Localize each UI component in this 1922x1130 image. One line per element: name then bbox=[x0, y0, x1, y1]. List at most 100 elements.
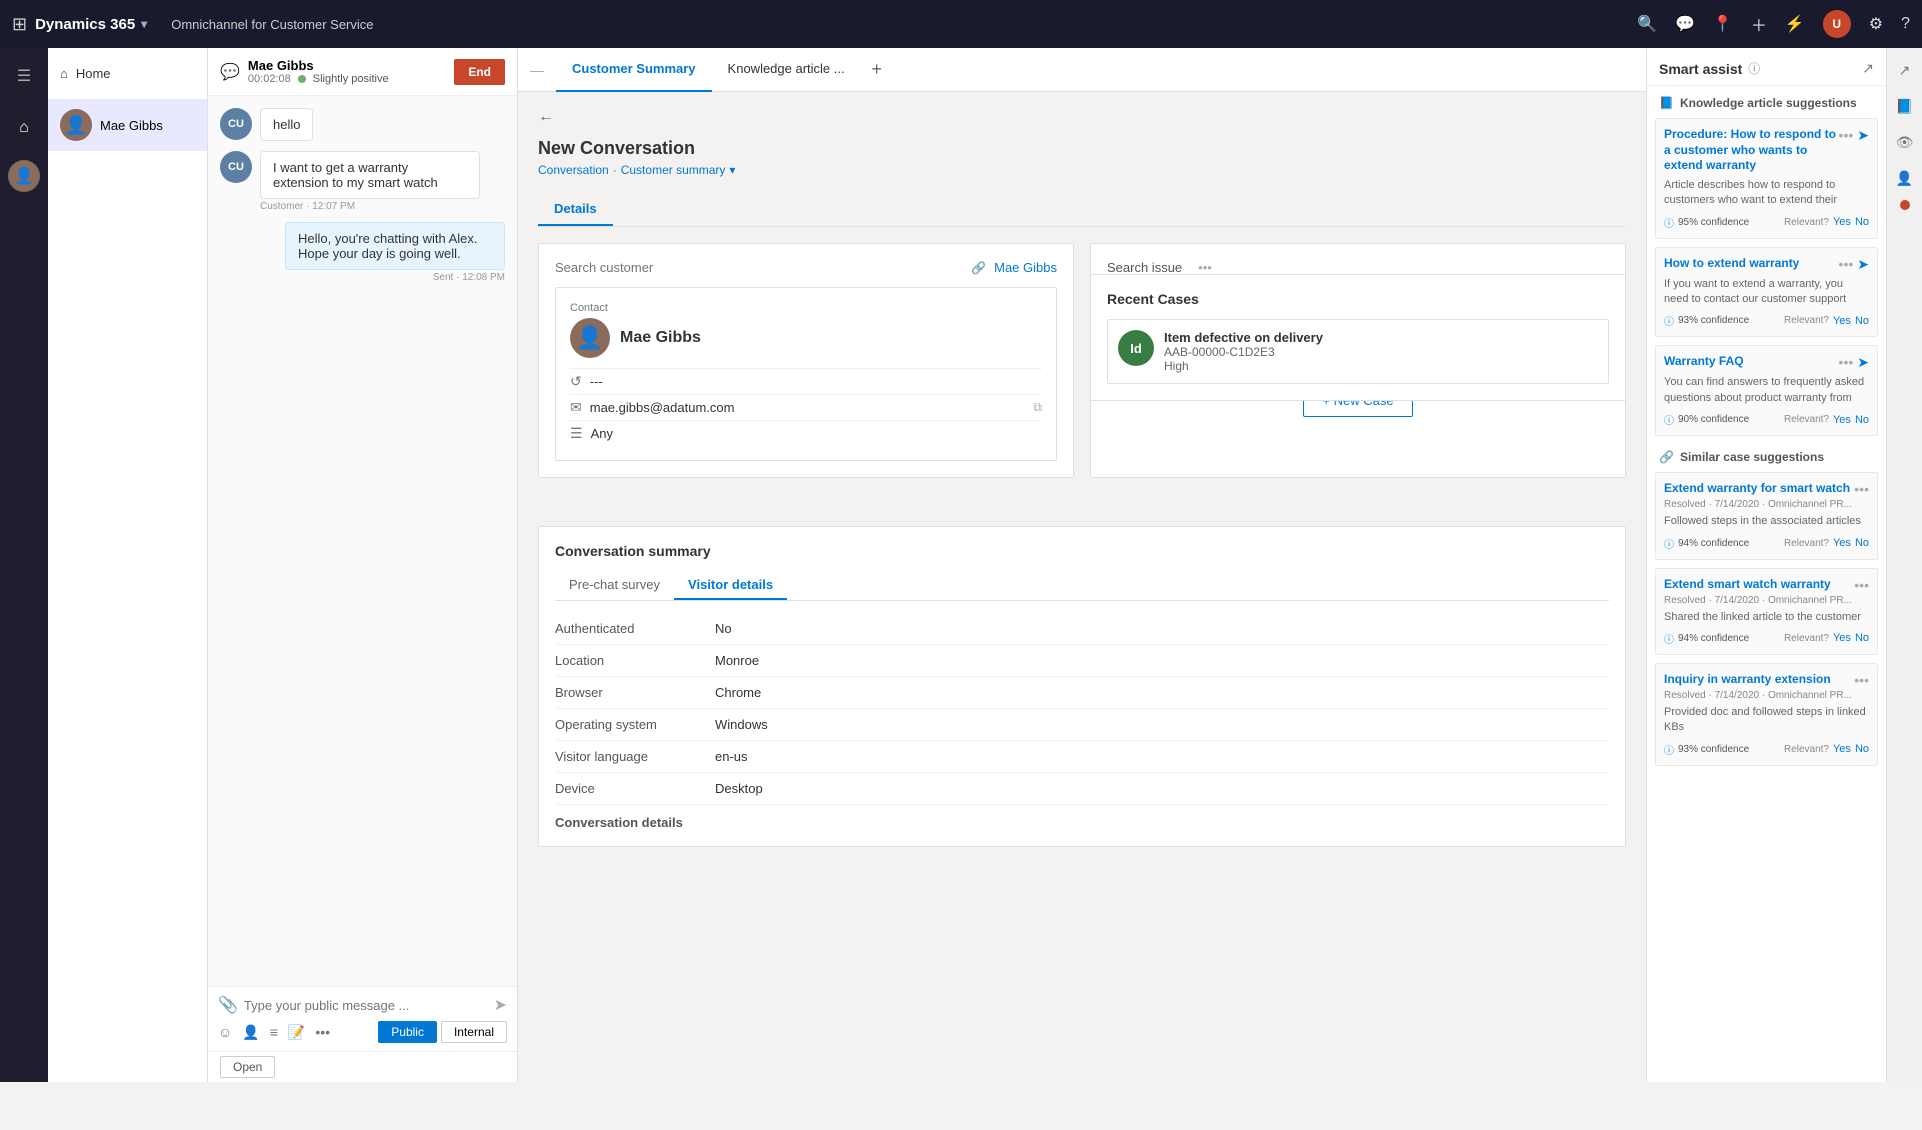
search-customer-input[interactable] bbox=[555, 260, 963, 275]
case-2-no[interactable]: No bbox=[1855, 632, 1869, 644]
article-1-send[interactable]: ➤ bbox=[1857, 127, 1869, 144]
back-button[interactable]: ← bbox=[538, 108, 554, 126]
case-2-title[interactable]: Extend smart watch warranty bbox=[1664, 577, 1854, 593]
hamburger-icon[interactable]: ☰ bbox=[4, 56, 44, 96]
email-icon: ✉ bbox=[570, 399, 582, 416]
main-content: — Customer Summary Knowledge article ...… bbox=[518, 48, 1646, 1082]
icon-rail: ☰ ⌂ 👤 bbox=[0, 48, 48, 1082]
case-3-info-icon: ⓘ bbox=[1664, 742, 1674, 757]
article-3-yes[interactable]: Yes bbox=[1833, 414, 1851, 426]
sa-info-icon[interactable]: ⓘ bbox=[1748, 60, 1760, 77]
apps-icon[interactable]: ⊞ bbox=[12, 14, 27, 35]
article-2-title[interactable]: How to extend warranty bbox=[1664, 256, 1839, 272]
case-1-yes[interactable]: Yes bbox=[1833, 537, 1851, 549]
chat-input[interactable] bbox=[244, 998, 488, 1013]
article-3-title[interactable]: Warranty FAQ bbox=[1664, 354, 1839, 370]
pre-chat-tab[interactable]: Pre-chat survey bbox=[555, 571, 674, 600]
contact-label: Contact bbox=[570, 302, 1042, 314]
tab-customer-summary[interactable]: Customer Summary bbox=[556, 48, 712, 92]
sidebar-item-home[interactable]: ⌂ Home bbox=[48, 56, 207, 91]
case-details: Item defective on delivery AAB-00000-C1D… bbox=[1164, 330, 1323, 373]
case-3-title[interactable]: Inquiry in warranty extension bbox=[1664, 672, 1854, 688]
home-label: Home bbox=[76, 66, 111, 81]
end-button[interactable]: End bbox=[454, 59, 505, 85]
case-1-title[interactable]: Extend warranty for smart watch bbox=[1664, 481, 1854, 497]
public-tab-btn[interactable]: Public bbox=[378, 1021, 437, 1043]
right-rail-expand[interactable]: ↗ bbox=[1891, 56, 1919, 84]
recent-cases-card: Recent Cases Id Item defective on delive… bbox=[1090, 274, 1626, 401]
case-2-more[interactable]: ••• bbox=[1854, 577, 1869, 593]
chat-tab-buttons: Public Internal bbox=[378, 1021, 507, 1043]
visitor-details-tab[interactable]: Visitor details bbox=[674, 571, 787, 600]
brand-chevron[interactable]: ▾ bbox=[141, 17, 147, 31]
location-icon[interactable]: 📍 bbox=[1713, 14, 1733, 34]
article-1-no[interactable]: No bbox=[1855, 216, 1869, 228]
add-tab-button[interactable]: + bbox=[861, 48, 893, 92]
article-2-yes[interactable]: Yes bbox=[1833, 315, 1851, 327]
article-3-send[interactable]: ➤ bbox=[1857, 354, 1869, 371]
email-copy-icon[interactable]: ⧉ bbox=[1033, 400, 1042, 415]
case-id: AAB-00000-C1D2E3 bbox=[1164, 345, 1323, 359]
customer-avatar: CU bbox=[220, 108, 252, 140]
breadcrumb-summary[interactable]: Customer summary bbox=[621, 163, 726, 177]
conversation-summary-title: Conversation summary bbox=[555, 543, 1609, 559]
internal-tab-btn[interactable]: Internal bbox=[441, 1021, 507, 1043]
case-1-no[interactable]: No bbox=[1855, 537, 1869, 549]
chat-icon[interactable]: 💬 bbox=[1675, 14, 1695, 34]
article-1-more[interactable]: ••• bbox=[1839, 127, 1854, 143]
case-2-yes[interactable]: Yes bbox=[1833, 632, 1851, 644]
article-3-footer: ⓘ 90% confidence Relevant? Yes No bbox=[1664, 412, 1869, 427]
user-avatar[interactable]: U bbox=[1823, 10, 1851, 38]
right-rail-book[interactable]: 📘 bbox=[1891, 92, 1919, 120]
chat-toolbar: ☺ 👤 ≡ 📝 ••• Public Internal bbox=[218, 1015, 507, 1043]
contact-email[interactable]: mae.gibbs@adatum.com bbox=[590, 400, 735, 415]
case-2-confidence: 94% confidence bbox=[1678, 633, 1749, 644]
search-icon[interactable]: 🔍 bbox=[1637, 14, 1657, 34]
article-3-more[interactable]: ••• bbox=[1839, 354, 1854, 370]
article-2-send[interactable]: ➤ bbox=[1857, 256, 1869, 273]
article-3-no[interactable]: No bbox=[1855, 414, 1869, 426]
sidebar-user-item[interactable]: 👤 Mae Gibbs bbox=[48, 99, 207, 151]
plus-icon[interactable]: ＋ bbox=[1751, 12, 1767, 36]
article-2-more[interactable]: ••• bbox=[1839, 256, 1854, 272]
filter-icon[interactable]: ⚡ bbox=[1785, 14, 1805, 34]
tab-details[interactable]: Details bbox=[538, 193, 613, 226]
more-icon[interactable]: ••• bbox=[315, 1024, 330, 1040]
help-icon[interactable]: ? bbox=[1901, 15, 1910, 33]
minimize-icon[interactable]: — bbox=[530, 62, 544, 78]
settings-icon[interactable]: ⚙ bbox=[1869, 14, 1883, 34]
contact-name[interactable]: Mae Gibbs bbox=[620, 329, 701, 347]
open-button[interactable]: Open bbox=[220, 1056, 275, 1078]
home-icon[interactable]: ⌂ bbox=[4, 108, 44, 148]
content-grid: 🔗 Mae Gibbs Contact 👤 Mae Gibbs ↺ bbox=[538, 243, 1626, 847]
case-1-relevant-label: Relevant? bbox=[1784, 538, 1829, 549]
user-icon-rail[interactable]: 👤 bbox=[8, 160, 40, 192]
send-icon[interactable]: ➤ bbox=[494, 995, 507, 1015]
recent-case-item[interactable]: Id Item defective on delivery AAB-00000-… bbox=[1107, 319, 1609, 384]
case-3-no[interactable]: No bbox=[1855, 743, 1869, 755]
breadcrumb-conversation[interactable]: Conversation bbox=[538, 163, 609, 177]
emoji-icon[interactable]: ☺ bbox=[218, 1024, 232, 1040]
right-rail-eye[interactable]: 👁 bbox=[1891, 128, 1919, 156]
issue-more-icon[interactable]: ••• bbox=[1198, 260, 1212, 275]
case-3-more[interactable]: ••• bbox=[1854, 672, 1869, 688]
open-bar: Open bbox=[208, 1051, 517, 1082]
customer-name-link[interactable]: Mae Gibbs bbox=[994, 260, 1057, 275]
detail-row-language: Visitor language en-us bbox=[555, 741, 1609, 773]
customer-link[interactable]: 🔗 bbox=[971, 261, 986, 275]
case-1-more[interactable]: ••• bbox=[1854, 481, 1869, 497]
attachment-icon[interactable]: 📎 bbox=[218, 995, 238, 1015]
right-rail-person[interactable]: 👤 bbox=[1891, 164, 1919, 192]
article-1-yes[interactable]: Yes bbox=[1833, 216, 1851, 228]
person-icon[interactable]: 👤 bbox=[242, 1024, 259, 1041]
list-icon[interactable]: ≡ bbox=[270, 1024, 278, 1040]
article-1-title[interactable]: Procedure: How to respond to a customer … bbox=[1664, 127, 1839, 174]
article-2-no[interactable]: No bbox=[1855, 315, 1869, 327]
case-3-yes[interactable]: Yes bbox=[1833, 743, 1851, 755]
breadcrumb-chevron[interactable]: ▾ bbox=[729, 163, 735, 177]
note-icon[interactable]: 📝 bbox=[288, 1024, 305, 1041]
top-nav-icons: 🔍 💬 📍 ＋ ⚡ U ⚙ ? bbox=[1637, 10, 1910, 38]
contact-field1-value: --- bbox=[590, 374, 603, 389]
sa-expand-icon[interactable]: ↗ bbox=[1862, 60, 1874, 77]
tab-knowledge-article[interactable]: Knowledge article ... bbox=[712, 48, 861, 92]
